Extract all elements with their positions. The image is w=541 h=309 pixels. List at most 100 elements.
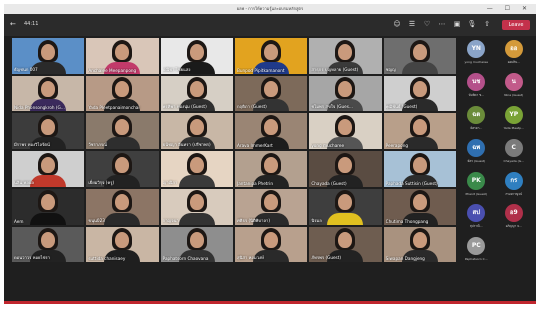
participant-video-tile[interactable]: ภัทรพร (Guest) bbox=[309, 226, 382, 263]
participant-video-tile[interactable]: yong mucharee bbox=[309, 113, 382, 150]
participant-name: Arava ImmerKart bbox=[237, 143, 273, 149]
participant-video-tile[interactable]: นิรมล bbox=[309, 188, 382, 225]
video-grid: ธัญชนก 007 Anchalee Meepanpong ปณิชา ไชยแส… bbox=[12, 38, 456, 300]
avatar-label: Chayada (G... bbox=[503, 158, 524, 163]
participant-video-tile[interactable]: Peerapong bbox=[383, 113, 456, 150]
participant-video-tile[interactable]: Siwapan Dangjeng bbox=[383, 226, 456, 263]
camera-icon[interactable]: ▣ bbox=[452, 19, 462, 29]
avatar-label: ออมสิน... bbox=[507, 60, 520, 64]
participant-name: Paphada Suttisin (Guest) bbox=[385, 180, 438, 186]
participant-video-tile[interactable]: ชญญ bbox=[383, 38, 456, 74]
back-arrow-icon[interactable]: ← bbox=[10, 20, 16, 28]
participant-video-tile[interactable]: Aem bbox=[12, 188, 85, 225]
participant-video-tile[interactable]: Paphatsorn Chaovana bbox=[160, 226, 233, 263]
participant-video-tile[interactable]: ธนัชญา อินทรา (ปรีชาพร) bbox=[160, 113, 233, 150]
rail-participant[interactable]: นช นันทิดา ช... bbox=[458, 71, 495, 103]
avatar-label: ฉัตร (Guest) bbox=[467, 158, 486, 163]
share-icon[interactable]: ⇧ bbox=[482, 19, 492, 29]
participant-name: yong mucharee bbox=[311, 143, 345, 149]
empty-tile bbox=[160, 264, 233, 300]
participant-video-tile[interactable]: มีราพร ทองวิไลรัตน์ bbox=[12, 113, 85, 150]
empty-rail-slot bbox=[496, 268, 533, 300]
participant-video-tile[interactable]: Nida Phonsongkroh (G... bbox=[12, 75, 85, 112]
rail-participant[interactable]: C Chayada (G... bbox=[496, 137, 533, 169]
participant-video-tile[interactable]: พรทิพา ทองนุ่ม (Guest) bbox=[160, 75, 233, 112]
participant-name: Siwapan Dangjeng bbox=[385, 256, 425, 262]
participant-video-tile[interactable]: Yada Pleetpanaimonchai bbox=[86, 75, 159, 112]
participant-face bbox=[189, 156, 204, 173]
avatar-label: Yada Pleetp... bbox=[503, 125, 524, 130]
participant-video-tile[interactable]: Bunpod Pipitkamanont bbox=[235, 38, 308, 74]
reactions-icon[interactable]: ♡ bbox=[422, 19, 432, 29]
participant-video-tile[interactable]: ธัญชนก 007 bbox=[12, 38, 85, 74]
rail-participant[interactable]: YP Yada Pleetp... bbox=[496, 104, 533, 136]
empty-tile bbox=[86, 264, 159, 300]
participant-video-tile[interactable]: ศศิธร (นิติพิบาลา) bbox=[235, 188, 308, 225]
chat-icon[interactable]: ☰ bbox=[407, 19, 417, 29]
participant-video-tile[interactable]: สุนิสา หอมวงษ์ bbox=[235, 226, 308, 263]
participant-name: สุนิสา หอมวงษ์ bbox=[237, 255, 264, 261]
participant-name: ธัญชนก 007 bbox=[14, 66, 38, 72]
rail-participant[interactable]: ฉพ ฉัตร (Guest) bbox=[458, 137, 495, 169]
avatar-label: ฉัตรดา... bbox=[470, 125, 483, 130]
participant-video-tile[interactable]: ญาณิกา bbox=[160, 151, 233, 187]
participant-video-tile[interactable]: เยี่ยมวิรุจ (ครู) bbox=[86, 151, 159, 187]
rail-participant[interactable]: PC Paphatsorn C... bbox=[458, 235, 495, 267]
participant-face bbox=[412, 118, 427, 135]
participant-video-tile[interactable]: Paphada Suttisin (Guest) bbox=[383, 151, 456, 187]
participant-video-tile[interactable]: ปณิชา ไชยแสง bbox=[160, 38, 233, 74]
avatar-label: อภิญญา 9... bbox=[505, 224, 522, 229]
participant-face bbox=[41, 81, 56, 98]
participant-face bbox=[189, 232, 204, 249]
participant-face bbox=[41, 156, 56, 173]
participant-face bbox=[189, 43, 204, 60]
participant-name: นิรมล bbox=[311, 217, 322, 223]
avatar: ฉพ bbox=[467, 138, 486, 157]
rail-participant[interactable]: YN yong mucharee bbox=[458, 38, 495, 70]
participant-video-tile[interactable]: วัชราภรณ์ bbox=[86, 113, 159, 150]
rail-participant[interactable]: สป สุปราณี... bbox=[458, 202, 495, 234]
mic-icon[interactable]: 🎙 bbox=[467, 19, 477, 29]
participant-video-tile[interactable]: สาธุกร บุญหลาย (Guest) bbox=[309, 38, 382, 74]
participant-name: ภัทรพร (Guest) bbox=[311, 255, 342, 261]
rail-participant[interactable]: น Nina (Guest) bbox=[496, 71, 533, 103]
video-background bbox=[235, 264, 308, 300]
participant-name: ญาณิกา bbox=[162, 179, 178, 185]
participant-video-tile[interactable]: suttida chanisaey bbox=[86, 226, 159, 263]
rail-participant[interactable]: PK Phanit (Guest) bbox=[458, 170, 495, 202]
more-icon[interactable]: ⋯ bbox=[437, 19, 447, 29]
participant-video-tile[interactable]: พุฒิพันธ์ (Guest) bbox=[383, 75, 456, 112]
participant-name: ธนัชญา อินทรา (ปรีชาพร) bbox=[162, 142, 211, 148]
participant-video-tile[interactable]: Chayada (Guest) bbox=[309, 151, 382, 187]
participant-video-tile[interactable]: นลิน พลผล bbox=[12, 151, 85, 187]
participant-name: ชไมพร สุขใจ (Gues... bbox=[311, 104, 353, 110]
leave-button[interactable]: Leave bbox=[502, 20, 530, 30]
participant-face bbox=[115, 156, 130, 173]
participant-name: Anchalee Meepanpong bbox=[88, 67, 137, 73]
participant-video-tile[interactable]: Chutima Thongpang bbox=[383, 188, 456, 225]
rail-participant[interactable]: กร กรองกาญจน์ bbox=[496, 170, 533, 202]
avatar-label: สุปราณี... bbox=[469, 224, 483, 229]
participant-video-tile[interactable]: ดอนวาวร หอยไข่รา bbox=[12, 226, 85, 263]
participant-face bbox=[412, 81, 427, 98]
participant-video-tile[interactable]: Arava ImmerKart bbox=[235, 113, 308, 150]
people-icon[interactable]: ☺ bbox=[392, 19, 402, 29]
rail-participant[interactable]: อ9 อภิญญา 9... bbox=[496, 202, 533, 234]
rail-participant[interactable]: ออ ออมสิน... bbox=[496, 38, 533, 70]
participant-name: Peerapong bbox=[385, 143, 409, 149]
window-controls[interactable]: — ☐ ✕ bbox=[487, 4, 532, 14]
participant-face bbox=[264, 232, 279, 249]
avatar: YP bbox=[504, 105, 523, 124]
participant-face bbox=[41, 194, 56, 211]
participant-video-tile[interactable]: กฤติภา (Guest) bbox=[235, 75, 308, 112]
participant-video-tile[interactable]: ขนุน023 bbox=[86, 188, 159, 225]
participant-name: ขนุน023 bbox=[88, 217, 105, 223]
participant-video-tile[interactable]: ชไมพร สุขใจ (Gues... bbox=[309, 75, 382, 112]
rail-participant[interactable]: ฉต ฉัตรดา... bbox=[458, 104, 495, 136]
participant-video-tile[interactable]: กาญจนา bbox=[160, 188, 233, 225]
participant-video-tile[interactable]: Jantanipa Phetrin bbox=[235, 151, 308, 187]
avatar: อ9 bbox=[504, 204, 523, 223]
avatar-label: yong mucharee bbox=[464, 60, 488, 64]
participant-video-tile[interactable]: Anchalee Meepanpong bbox=[86, 38, 159, 74]
participant-name: ดอนวาวร หอยไข่รา bbox=[14, 255, 51, 261]
